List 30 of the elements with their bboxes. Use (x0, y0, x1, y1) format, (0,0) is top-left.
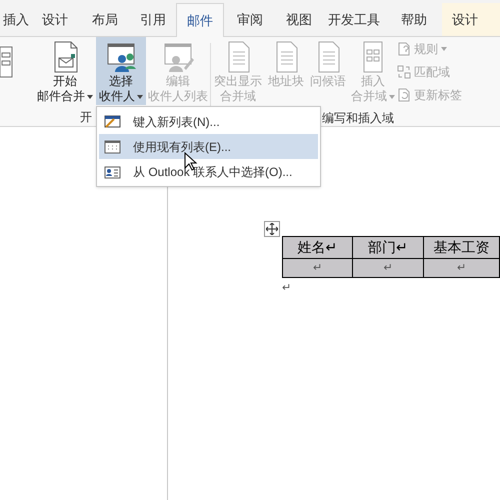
table-cell: ↵ (423, 258, 500, 278)
table-pencil-icon (104, 114, 121, 130)
group-label: 编写和插入域 (322, 110, 394, 127)
menu-item[interactable]: 键入新列表(N)... (99, 109, 318, 134)
table-header-cell: 姓名↵ (282, 236, 353, 258)
document-refresh-icon (397, 88, 411, 102)
ribbon-tab[interactable]: 插入 (0, 3, 30, 36)
ribbon-button[interactable]: 开始 邮件合并 (34, 37, 96, 105)
ribbon-tab[interactable]: 审阅 (224, 3, 276, 36)
move-icon (266, 223, 278, 235)
ribbon-tab[interactable]: 设计 (30, 3, 80, 36)
paragraph-mark: ↵ (282, 281, 291, 296)
table-cell: ↵ (352, 258, 424, 278)
table-cell: ↵ (282, 258, 353, 278)
ribbon-tab[interactable]: 帮助 (386, 3, 442, 36)
group-label: 开 (80, 109, 92, 126)
table-header-cell: 部门↵ (352, 236, 424, 258)
ribbon-button[interactable]: 选择 收件人 (96, 37, 146, 105)
ribbon-tab[interactable]: 开发工具 (322, 3, 386, 36)
table-header-cell: 基本工资 (423, 236, 500, 258)
ribbon-tab[interactable]: 布局 (80, 3, 130, 36)
menu-item[interactable]: 使用现有列表(E)... (99, 134, 318, 159)
contact-card-icon (104, 164, 121, 180)
ribbon-tab[interactable]: 视图 (276, 3, 322, 36)
ribbon-tab[interactable]: 引用 (130, 3, 176, 36)
ribbon-tab[interactable]: 邮件 (176, 3, 224, 37)
calendar-grid-icon (104, 138, 121, 154)
document-question-icon (397, 42, 411, 56)
table-move-handle[interactable] (264, 221, 280, 237)
ribbon-tab[interactable]: 设计 (442, 3, 500, 36)
